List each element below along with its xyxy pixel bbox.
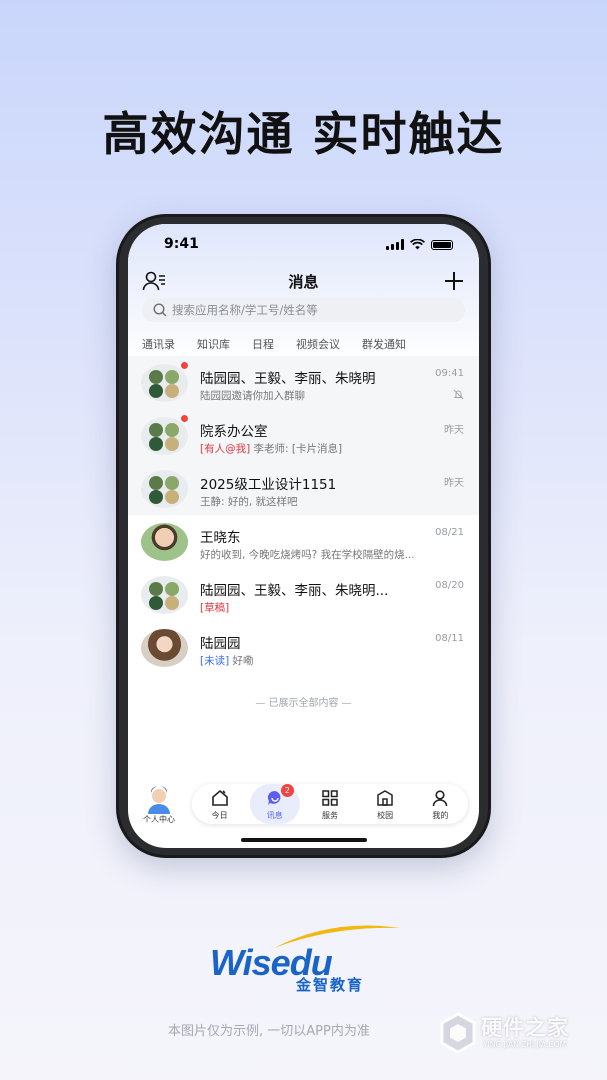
conversation-time: 昨天 <box>444 425 464 436</box>
personal-center-label: 个人中心 <box>143 815 175 824</box>
add-icon[interactable] <box>443 270 465 292</box>
unread-dot <box>180 414 189 423</box>
group-avatar <box>141 470 188 508</box>
mention-tag: [有人@我] <box>200 443 251 455</box>
conversation-row[interactable]: 陆园园 08/11 [未读] 好嘞 <box>128 621 479 674</box>
tab-bar: 今日 2 讯息 服务 校园 我的 <box>192 784 468 824</box>
conversation-time: 08/20 <box>435 580 464 591</box>
conversation-name: 2025级工业设计1151 <box>200 477 337 493</box>
conversation-preview: [有人@我] 李老师: [卡片消息] <box>200 443 343 455</box>
nav-messages[interactable]: 2 讯息 <box>249 784 300 824</box>
group-avatar <box>141 576 188 614</box>
user-avatar <box>141 629 188 667</box>
unread-dot <box>180 361 189 370</box>
tab-knowledge[interactable]: 知识库 <box>197 336 230 352</box>
conversation-preview: 王静: 好的, 就这样吧 <box>200 496 298 508</box>
watermark-logo-icon <box>440 1012 476 1054</box>
conversation-row[interactable]: 王晓东 08/21 好的收到, 今晚吃烧烤吗? 我在学校隔壁的烧... <box>128 515 479 568</box>
nav-services[interactable]: 服务 <box>305 784 355 824</box>
search-input[interactable] <box>172 298 452 322</box>
conversation-name: 王晓东 <box>200 530 241 546</box>
status-time: 9:41 <box>164 236 199 252</box>
search-icon <box>153 303 167 317</box>
campus-icon <box>377 790 393 806</box>
group-avatar <box>141 364 188 402</box>
tab-contacts[interactable]: 通讯录 <box>142 336 175 352</box>
brand-logo: Wisedu 金智教育 <box>210 922 400 1002</box>
wifi-icon <box>410 239 425 250</box>
home-icon <box>211 789 228 806</box>
grid-icon <box>322 790 338 806</box>
draft-tag: [草稿] <box>200 602 230 614</box>
logo-chinese: 金智教育 <box>296 976 365 994</box>
conversation-time: 08/11 <box>435 633 464 644</box>
bottom-nav: 个人中心 今日 2 讯息 服务 校园 我的 <box>128 784 479 832</box>
battery-icon <box>431 239 453 250</box>
avatar-icon <box>148 786 170 814</box>
watermark: 硬件之家 YING JIAN ZHI JIA.COM <box>439 1010 589 1058</box>
conversation-row[interactable]: 院系办公室 昨天 [有人@我] 李老师: [卡片消息] <box>128 409 479 462</box>
signal-icon <box>386 239 404 250</box>
tab-schedule[interactable]: 日程 <box>252 336 274 352</box>
conversation-name: 陆园园、王毅、李丽、朱晓明 <box>200 371 376 387</box>
conversation-row[interactable]: 2025级工业设计1151 昨天 王静: 好的, 就这样吧 <box>128 462 479 515</box>
watermark-cn: 硬件之家 <box>481 1016 569 1040</box>
conversation-name: 院系办公室 <box>200 424 268 440</box>
app-screen: 9:41 消息 搜索应用名称/学工号/姓名等 通讯录 知识库 日程 视频会议 群… <box>128 224 479 848</box>
watermark-en: YING JIAN ZHI JIA.COM <box>483 1040 566 1049</box>
page-title: 消息 <box>288 273 319 291</box>
search-bar[interactable] <box>142 298 465 322</box>
conversation-preview: [草稿] <box>200 600 229 615</box>
conversation-name: 陆园园、王毅、李丽、朱晓明... <box>200 583 389 599</box>
conversation-row[interactable]: 陆园园、王毅、李丽、朱晓明... 08/20 [草稿] <box>128 568 479 621</box>
nav-mine[interactable]: 我的 <box>415 784 465 824</box>
conversation-time: 09:41 <box>435 368 464 379</box>
conversation-name: 陆园园 <box>200 636 241 652</box>
status-bar: 9:41 <box>128 236 479 256</box>
nav-campus[interactable]: 校园 <box>360 784 410 824</box>
tab-broadcast[interactable]: 群发通知 <box>362 336 406 352</box>
conversation-preview: [未读] 好嘞 <box>200 655 254 667</box>
conversation-preview: 好的收到, 今晚吃烧烤吗? 我在学校隔壁的烧... <box>200 549 415 561</box>
user-avatar <box>141 523 188 561</box>
message-badge: 2 <box>280 784 294 797</box>
home-indicator <box>241 838 367 842</box>
personal-center-button[interactable]: 个人中心 <box>136 784 180 828</box>
conversation-list: 陆园园、王毅、李丽、朱晓明 09:41 陆园园邀请你加入群聊 院系办公室 昨天 … <box>128 356 479 674</box>
quick-tabs: 通讯录 知识库 日程 视频会议 群发通知 <box>142 336 428 352</box>
conversation-time: 08/21 <box>435 527 464 538</box>
conversation-time: 昨天 <box>444 478 464 489</box>
group-avatar <box>141 417 188 455</box>
unread-tag: [未读] <box>200 655 230 667</box>
conversation-row[interactable]: 陆园园、王毅、李丽、朱晓明 09:41 陆园园邀请你加入群聊 <box>128 356 479 409</box>
person-icon <box>433 790 448 807</box>
disclaimer-text: 本图片仅为示例, 一切以APP内为准 <box>168 1024 370 1039</box>
headline: 高效沟通 实时触达 <box>102 107 505 161</box>
mute-icon <box>453 389 464 400</box>
end-of-list-text: — 已展示全部内容 — <box>255 698 352 709</box>
conversation-preview: 陆园园邀请你加入群聊 <box>200 390 305 402</box>
nav-today[interactable]: 今日 <box>195 784 245 824</box>
tab-video-meeting[interactable]: 视频会议 <box>296 336 340 352</box>
